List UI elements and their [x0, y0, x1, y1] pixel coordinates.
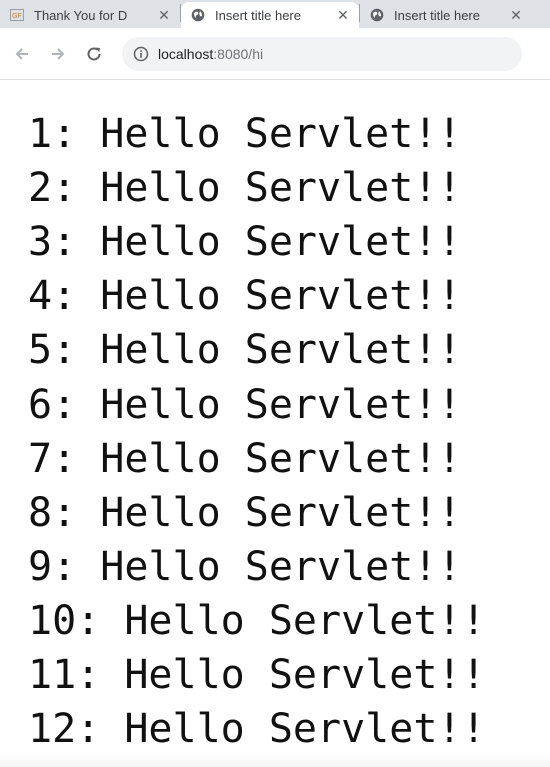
close-icon[interactable]: ✕	[335, 7, 351, 23]
info-icon[interactable]	[132, 45, 150, 63]
page-content: 1: Hello Servlet!! 2: Hello Servlet!! 3:…	[0, 80, 550, 767]
globe-icon	[370, 8, 384, 22]
globe-icon	[191, 8, 205, 22]
tab-insert-title-active[interactable]: Insert title here ✕	[181, 2, 359, 28]
tab-thank-you[interactable]: GF Thank You for D ✕	[0, 2, 180, 28]
output-line: 12: Hello Servlet!!	[28, 706, 486, 752]
forward-arrow-icon	[52, 47, 65, 60]
tab-strip: GF Thank You for D ✕ Insert title here ✕…	[0, 0, 550, 28]
svg-text:GF: GF	[12, 13, 22, 20]
tab-title: Insert title here	[215, 7, 301, 23]
output-line: 8: Hello Servlet!!	[28, 490, 462, 536]
output-line: 1: Hello Servlet!!	[28, 111, 462, 157]
output-line: 7: Hello Servlet!!	[28, 436, 462, 482]
url-host: localhost	[158, 45, 214, 62]
output-line: 10: Hello Servlet!!	[28, 598, 486, 644]
address-bar[interactable]: localhost:8080/hi	[122, 36, 522, 71]
output-line: 11: Hello Servlet!!	[28, 652, 486, 698]
forward-button[interactable]	[44, 40, 72, 68]
back-arrow-icon	[15, 47, 28, 60]
output-line: 5: Hello Servlet!!	[28, 327, 462, 373]
back-button[interactable]	[8, 40, 36, 68]
page-bottom-edge	[0, 752, 550, 767]
output-line: 6: Hello Servlet!!	[28, 382, 462, 428]
tab-title: Insert title here	[394, 7, 480, 23]
output-line: 9: Hello Servlet!!	[28, 544, 462, 590]
output-line: 2: Hello Servlet!!	[28, 165, 462, 211]
browser-toolbar: localhost:8080/hi	[0, 28, 550, 80]
output-line: 4: Hello Servlet!!	[28, 273, 462, 319]
url-path: :8080/hi	[213, 45, 264, 62]
page-favicon-icon: GF	[10, 8, 24, 22]
reload-icon	[87, 46, 101, 60]
close-icon[interactable]: ✕	[156, 7, 172, 23]
reload-button[interactable]	[80, 40, 108, 68]
output-line: 3: Hello Servlet!!	[28, 219, 462, 265]
tab-insert-title[interactable]: Insert title here ✕	[360, 2, 532, 28]
close-icon[interactable]: ✕	[508, 7, 524, 23]
tab-title: Thank You for D	[34, 7, 128, 23]
